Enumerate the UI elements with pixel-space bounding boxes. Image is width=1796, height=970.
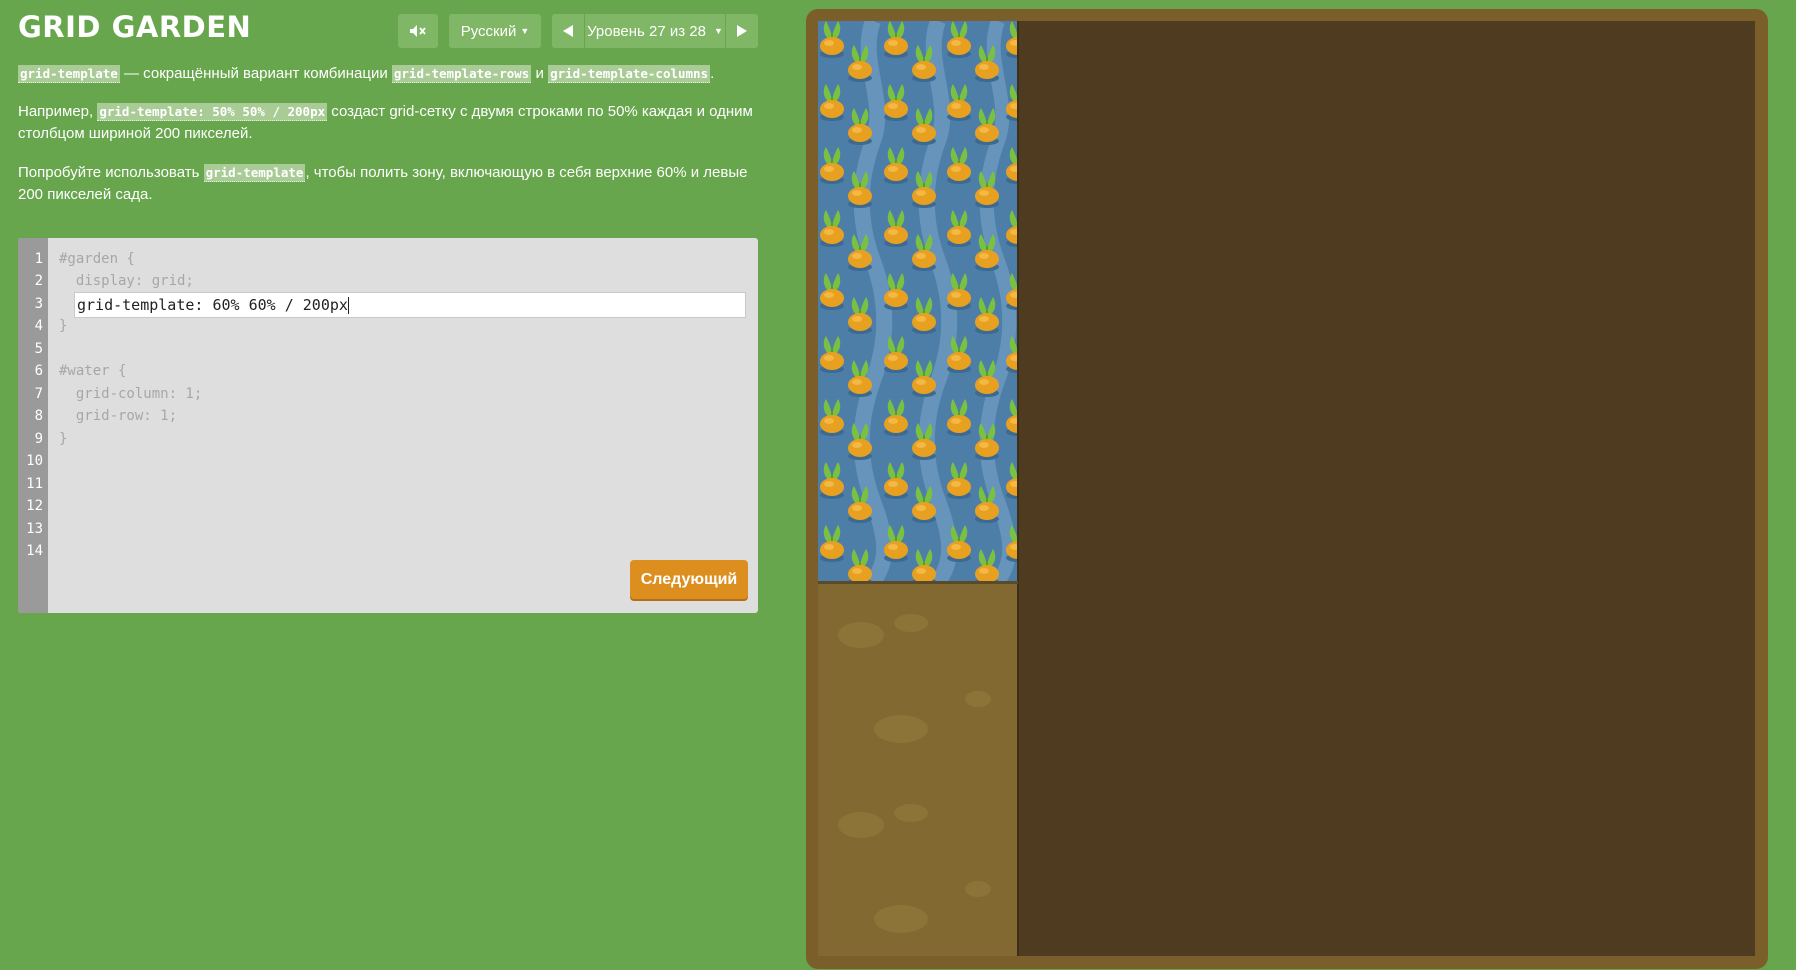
next-level-button[interactable] — [725, 14, 758, 48]
code-term: grid-template — [18, 65, 120, 83]
carrot-icon — [947, 147, 971, 184]
carrot-icon — [947, 210, 971, 247]
carrot-icon — [884, 21, 908, 58]
carrot-icon — [884, 210, 908, 247]
garden-frame — [806, 9, 1768, 969]
carrot-icon — [820, 525, 844, 562]
level-indicator[interactable]: Уровень 27 из 28 ▼ — [585, 14, 725, 48]
carrot-icon — [975, 297, 999, 334]
instruction-text: — сокращённый вариант комбинации — [119, 65, 392, 82]
line-number: 3 — [34, 296, 43, 312]
carrot-icon — [912, 297, 936, 334]
carrot-icon — [848, 549, 872, 582]
language-label: Русский — [460, 22, 517, 40]
carrot-icon — [820, 84, 844, 121]
carrot-icon — [820, 462, 844, 499]
carrot-icon — [947, 399, 971, 436]
instruction-paragraph-3: Попробуйте использовать grid-template, ч… — [18, 162, 758, 206]
triangle-left-icon — [563, 25, 573, 37]
instruction-paragraph-2: Например, grid-template: 50% 50% / 200px… — [18, 101, 758, 145]
code-line: #garden { — [59, 251, 135, 267]
prev-level-button[interactable] — [552, 14, 585, 48]
carrot-icon — [947, 84, 971, 121]
code-line: } — [59, 431, 68, 447]
line-number: 1 — [34, 251, 43, 267]
line-number: 14 — [26, 543, 43, 559]
chevron-down-icon: ▼ — [520, 26, 530, 36]
carrot-icon — [820, 147, 844, 184]
instruction-text: Например, — [18, 103, 98, 120]
line-number: 2 — [34, 273, 43, 289]
code-example: grid-template: 50% 50% / 200px — [97, 103, 328, 121]
line-number: 10 — [26, 453, 43, 469]
carrot-icon — [820, 399, 844, 436]
speaker-mute-icon — [410, 25, 426, 37]
line-number: 12 — [26, 498, 43, 514]
instruction-text: Попробуйте использовать — [18, 164, 204, 181]
carrot-icon — [884, 84, 908, 121]
garden — [818, 21, 1755, 956]
line-number: 7 — [34, 386, 43, 402]
garden-divider-horizontal — [818, 581, 1018, 584]
next-button[interactable]: Следующий — [630, 560, 748, 599]
carrot-icon — [884, 462, 908, 499]
line-number: 5 — [34, 341, 43, 357]
line-number: 9 — [34, 431, 43, 447]
instruction-text: . — [710, 65, 715, 82]
code-term: grid-template-rows — [391, 65, 532, 83]
line-number: 11 — [26, 476, 43, 492]
level-label: Уровень 27 из 28 — [587, 22, 706, 40]
water-zone — [818, 21, 1018, 582]
line-number: 6 — [34, 363, 43, 379]
water-waves — [820, 21, 1018, 582]
code-term: grid-template-columns — [548, 65, 711, 83]
text-cursor — [347, 297, 349, 314]
css-answer-input[interactable]: grid-template: 60% 60% / 200px — [74, 292, 746, 318]
carrot-icon — [947, 21, 971, 58]
triangle-right-icon — [737, 25, 747, 37]
code-line: grid-column: 1; — [59, 386, 203, 402]
carrot-icon — [820, 21, 844, 58]
code-line: display: grid; — [59, 273, 194, 289]
language-select[interactable]: Русский ▼ — [449, 14, 541, 48]
carrot-icon — [884, 399, 908, 436]
carrot-icon — [820, 210, 844, 247]
line-number: 4 — [34, 318, 43, 334]
instruction-paragraph-1: grid-template — сокращённый вариант комб… — [18, 63, 758, 85]
carrot-icon — [912, 108, 936, 145]
carrot-icon — [820, 273, 844, 310]
carrot-icon — [947, 462, 971, 499]
css-answer-value: grid-template: 60% 60% / 200px — [77, 296, 348, 314]
level-selector: Уровень 27 из 28 ▼ — [552, 14, 758, 48]
carrot-icon — [848, 108, 872, 145]
soil-texture — [838, 614, 991, 933]
carrot-icon — [820, 336, 844, 373]
instruction-text: и — [531, 65, 549, 82]
code-line: grid-row: 1; — [59, 408, 178, 424]
line-number: 8 — [34, 408, 43, 424]
code-line: #water { — [59, 363, 127, 379]
carrot-icon — [848, 297, 872, 334]
code-term: grid-template — [203, 164, 306, 182]
app-title: GRID GARDEN — [18, 10, 252, 44]
carrot-icon — [884, 147, 908, 184]
line-number: 13 — [26, 521, 43, 537]
carrot-icon — [975, 549, 999, 582]
carrot-icon — [912, 549, 936, 582]
soil-zone — [818, 583, 1018, 956]
chevron-down-icon: ▼ — [714, 26, 723, 36]
css-editor: 1 2 3 4 5 6 7 8 9 10 11 12 13 14 #garden… — [18, 238, 758, 613]
mute-button[interactable] — [398, 14, 438, 48]
garden-divider-vertical — [1017, 21, 1019, 956]
code-line: } — [59, 318, 68, 334]
